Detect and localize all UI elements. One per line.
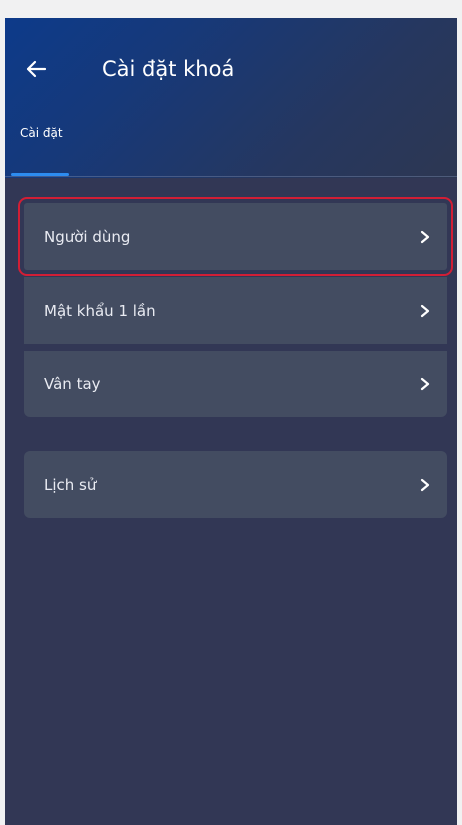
- chevron-right-icon: [419, 478, 431, 492]
- menu-item-fingerprint-label: Vân tay: [44, 375, 101, 393]
- menu-item-users[interactable]: Người dùng: [18, 197, 453, 276]
- page-title: Cài đặt khoá: [102, 57, 235, 81]
- chevron-right-icon: [419, 304, 431, 318]
- arrow-left-icon: [26, 60, 47, 78]
- menu-item-fingerprint[interactable]: Vân tay: [24, 351, 447, 417]
- back-button[interactable]: [19, 52, 53, 86]
- tab-settings-label: Cài đặt: [20, 126, 63, 140]
- menu-item-one-time-password[interactable]: Mật khẩu 1 lần: [24, 277, 447, 344]
- lock-settings-screen: Cài đặt khoá Cài đặt Người dùng Mật khẩu…: [5, 18, 457, 825]
- tab-bar: Cài đặt: [5, 118, 457, 178]
- menu-item-users-label: Người dùng: [44, 227, 131, 246]
- menu-item-history-label: Lịch sử: [44, 475, 97, 494]
- menu-item-one-time-password-label: Mật khẩu 1 lần: [44, 301, 156, 320]
- menu-item-history[interactable]: Lịch sử: [24, 451, 447, 518]
- app-header: Cài đặt khoá Cài đặt: [5, 18, 457, 178]
- chevron-right-icon: [419, 230, 431, 244]
- header-divider: [5, 176, 457, 177]
- chevron-right-icon: [419, 377, 431, 391]
- tab-settings[interactable]: Cài đặt: [18, 118, 65, 175]
